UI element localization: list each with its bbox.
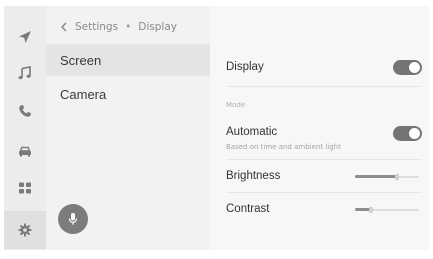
microphone-icon [68, 213, 78, 225]
slider-thumb[interactable] [369, 207, 373, 213]
car-icon [19, 146, 31, 157]
toggle-knob [409, 62, 420, 73]
back-button[interactable]: Settings [60, 21, 118, 33]
display-settings-screen: Settings • Display Screen Camera Display… [0, 0, 433, 259]
navigation-icon [19, 31, 31, 43]
breadcrumb-current: Display [138, 21, 177, 33]
rail-navigation-button[interactable] [4, 18, 46, 56]
divider [226, 192, 422, 193]
rail-vehicle-button[interactable] [4, 132, 46, 170]
divider [226, 86, 422, 87]
apps-icon [19, 182, 31, 194]
slider-fill [355, 175, 397, 178]
slider-thumb[interactable] [394, 174, 399, 180]
brightness-label: Brightness [226, 170, 281, 182]
mode-section-heading: Mode [226, 101, 246, 109]
voice-assistant-button[interactable] [58, 204, 88, 234]
settings-icon [18, 223, 32, 237]
automatic-toggle[interactable] [393, 126, 422, 141]
brightness-slider[interactable] [355, 174, 419, 180]
settings-menu-panel: Settings • Display Screen Camera [46, 6, 210, 250]
display-toggle[interactable] [393, 60, 422, 75]
contrast-label: Contrast [226, 203, 270, 215]
breadcrumb-parent[interactable]: Settings [75, 21, 118, 33]
contrast-slider[interactable] [355, 207, 419, 213]
divider [226, 159, 422, 160]
breadcrumb: Settings • Display [60, 18, 177, 36]
display-label: Display [226, 61, 264, 73]
rail-settings-button[interactable] [4, 211, 46, 249]
breadcrumb-separator: • [125, 21, 132, 33]
menu-item-label: Screen [60, 52, 102, 68]
menu-item-screen[interactable]: Screen [46, 44, 210, 76]
automatic-description: Based on time and ambient light [226, 143, 341, 151]
rail-apps-button[interactable] [4, 169, 46, 207]
menu-item-label: Camera [60, 86, 107, 102]
rail-music-button[interactable] [4, 54, 46, 92]
music-icon [18, 66, 31, 80]
app-rail [4, 6, 46, 250]
display-settings-panel: Display Mode Automatic Based on time and… [210, 6, 429, 250]
toggle-knob [409, 128, 420, 139]
automatic-label: Automatic [226, 126, 278, 138]
phone-icon [19, 105, 31, 117]
chevron-left-icon [60, 22, 67, 32]
menu-item-camera[interactable]: Camera [46, 78, 210, 110]
rail-phone-button[interactable] [4, 92, 46, 130]
